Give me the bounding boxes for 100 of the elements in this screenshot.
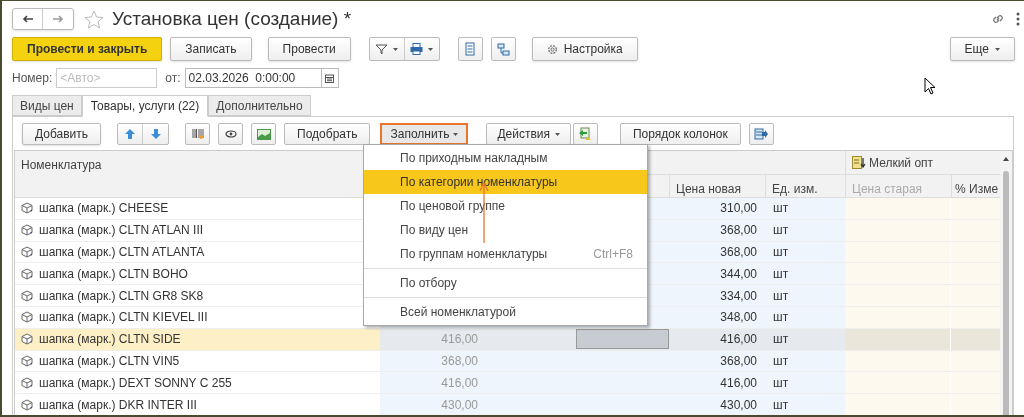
tab[interactable]: Дополнительно — [208, 95, 311, 116]
box-icon — [21, 246, 33, 258]
arrow-up-icon — [124, 128, 137, 140]
table-cell: шт — [765, 198, 845, 219]
table-cell: 368,00 — [669, 350, 765, 372]
table-cell-text: шапка (марк.) CLTN ATLAN III — [39, 222, 204, 240]
date-field[interactable]: 02.03.2026 0:00:00 — [184, 68, 322, 88]
table-cell-text: шапка (марк.) CLTN VIN5 — [39, 352, 180, 370]
star-icon[interactable] — [84, 9, 104, 29]
price-group-icon — [852, 156, 866, 169]
table-cell: 368,00 — [669, 219, 765, 241]
back-icon — [21, 15, 34, 23]
scroll-up-icon[interactable] — [1003, 157, 1009, 161]
table-cell-text: шапка (марк.) CLTN ATLANTA — [39, 244, 205, 261]
caret-icon — [393, 47, 399, 51]
box-icon — [21, 376, 33, 389]
box-icon — [21, 224, 33, 237]
box-icon — [21, 289, 33, 302]
barcode-button[interactable] — [185, 123, 211, 145]
picture-button[interactable] — [251, 123, 277, 145]
eye-icon — [224, 130, 237, 138]
forward-icon — [52, 15, 64, 23]
date-label: от: — [165, 70, 181, 87]
save-button[interactable]: Записать — [170, 37, 252, 61]
list-icon — [465, 42, 476, 56]
table-cell: 344,00 — [669, 263, 765, 285]
more-options-icon[interactable] — [1016, 12, 1020, 26]
settings-button[interactable]: Настройка — [531, 37, 638, 61]
table-cell: шт — [765, 394, 845, 415]
caret-icon — [453, 132, 459, 136]
table-cell-text: шапка (марк.) CLTN BOHO — [39, 265, 188, 283]
tab[interactable]: Товары, услуги (22) — [81, 95, 209, 117]
table-cell: 416,00 — [669, 372, 765, 394]
box-icon — [21, 267, 33, 280]
table-cell: 416,00 — [380, 372, 490, 394]
table-cell-text: шапка (марк.) DKR INTER III — [39, 396, 197, 414]
table-cell: шт — [765, 263, 845, 285]
tab[interactable]: Виды цен — [12, 95, 82, 116]
fill-dropdown-button[interactable]: Заполнить — [380, 123, 469, 145]
table-cell: 334,00 — [669, 285, 765, 306]
caret-icon — [995, 47, 1000, 51]
list-button[interactable] — [457, 37, 483, 61]
menu-item[interactable]: По категории номенклатуры — [364, 170, 647, 194]
calendar-icon — [325, 73, 335, 83]
image-icon — [256, 128, 271, 140]
table-cell: 368,00 — [669, 241, 765, 263]
pick-button[interactable]: Подобрать — [284, 123, 371, 145]
more-dropdown-button[interactable]: Еще — [949, 37, 1015, 61]
box-icon — [21, 398, 33, 411]
table-cell: 430,00 — [380, 394, 490, 415]
export-button[interactable] — [748, 123, 774, 145]
table-cell: шт — [765, 307, 845, 328]
table-cell: 348,00 — [669, 307, 765, 328]
column-order-button[interactable]: Порядок колонок — [619, 123, 741, 145]
settings-icon — [546, 43, 558, 55]
actions-dropdown-button[interactable]: Действия — [486, 123, 571, 145]
table-cell: 310,00 — [669, 198, 765, 219]
table-cell-text: шапка (марк.) DEXT SONNY C 255 — [39, 374, 232, 392]
window-title: Установка цен (создание) * — [112, 6, 352, 31]
printer-icon — [410, 43, 424, 55]
table-cell-text: шапка (марк.) CLTN SIDE — [39, 331, 181, 349]
table-cell-text: шапка (марк.) CLTN GR8 SK8 — [39, 287, 204, 305]
post-button[interactable]: Провести — [267, 37, 351, 61]
table-cell: шт — [765, 241, 845, 263]
box-icon — [21, 333, 33, 346]
menu-item[interactable]: Всей номенклатурой — [364, 300, 647, 324]
table-cell: шт — [765, 350, 845, 372]
menu-item[interactable]: По группам номенклатуры Ctrl+F8 — [364, 242, 647, 266]
table-cell: шт — [765, 372, 845, 394]
table-cell-text: шапка (марк.) CLTN KIEVEL III — [39, 309, 208, 327]
barcode-icon — [191, 128, 204, 140]
add-button[interactable]: Добавить — [22, 123, 102, 145]
funnel-icon — [375, 43, 389, 55]
box-icon — [21, 311, 33, 324]
table-cell: 368,00 — [380, 350, 490, 372]
menu-item[interactable]: По отбору — [364, 271, 647, 295]
number-field[interactable]: <Авто> — [56, 68, 158, 88]
hierarchy-icon — [496, 42, 510, 56]
post-and-close-button[interactable]: Провести и закрыть — [12, 37, 163, 61]
table-export-icon — [754, 128, 769, 140]
view-button[interactable] — [218, 123, 244, 145]
column-group-header: Мелкий опт — [869, 154, 934, 172]
load-button[interactable] — [572, 123, 598, 145]
calendar-button[interactable] — [321, 68, 339, 88]
table-cell: шт — [765, 285, 845, 306]
table-cell: 430,00 — [669, 394, 765, 415]
arrow-down-icon — [149, 128, 162, 140]
edit-cell[interactable] — [576, 329, 669, 350]
scrollbar-thumb[interactable] — [1003, 171, 1009, 415]
menu-item[interactable]: По виду цен — [364, 218, 647, 242]
table-cell: 416,00 — [669, 328, 765, 350]
table-cell-text: шапка (марк.) CHEESE — [39, 200, 169, 218]
caret-icon — [554, 132, 560, 136]
number-label: Номер: — [12, 70, 53, 87]
box-icon — [21, 354, 33, 367]
box-icon — [21, 202, 33, 215]
structure-button[interactable] — [490, 37, 516, 61]
table-cell: шт — [765, 219, 845, 241]
mouse-cursor-icon — [924, 77, 936, 95]
caret-icon — [428, 47, 434, 51]
